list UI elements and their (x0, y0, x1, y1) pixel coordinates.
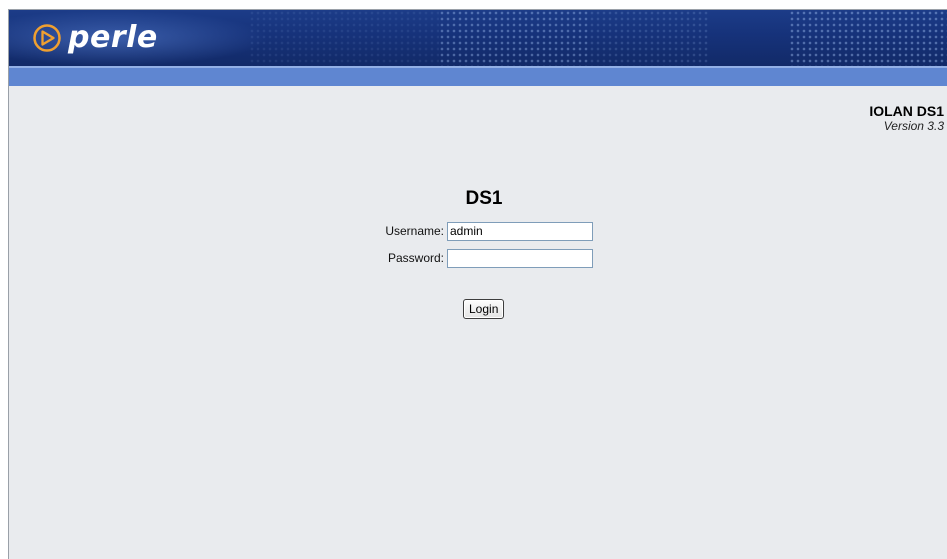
perle-logo-icon (32, 23, 62, 53)
password-row: Password: (381, 247, 593, 269)
username-label: Username: (385, 224, 444, 238)
password-label: Password: (387, 251, 444, 265)
product-info: IOLAN DS1 Version 3.3 (869, 103, 944, 134)
product-version: Version 3.3 (883, 119, 944, 133)
world-map-dots (439, 10, 589, 66)
header-subbar (9, 66, 947, 86)
page-frame: perle IOLAN DS1 Version 3.3 DS1 Username… (8, 9, 947, 559)
product-name: IOLAN DS1 (869, 103, 944, 119)
world-map-dots (249, 10, 439, 66)
world-map-dots (789, 10, 947, 66)
login-button[interactable]: Login (463, 299, 505, 319)
device-title: DS1 (465, 188, 503, 209)
perle-logo: perle (32, 21, 158, 55)
world-map-dots (589, 10, 709, 66)
password-input[interactable] (447, 248, 593, 268)
header-banner: perle (9, 10, 947, 66)
username-input[interactable] (447, 221, 593, 241)
brand-name: perle (68, 20, 158, 55)
username-row: Username: (381, 220, 593, 242)
